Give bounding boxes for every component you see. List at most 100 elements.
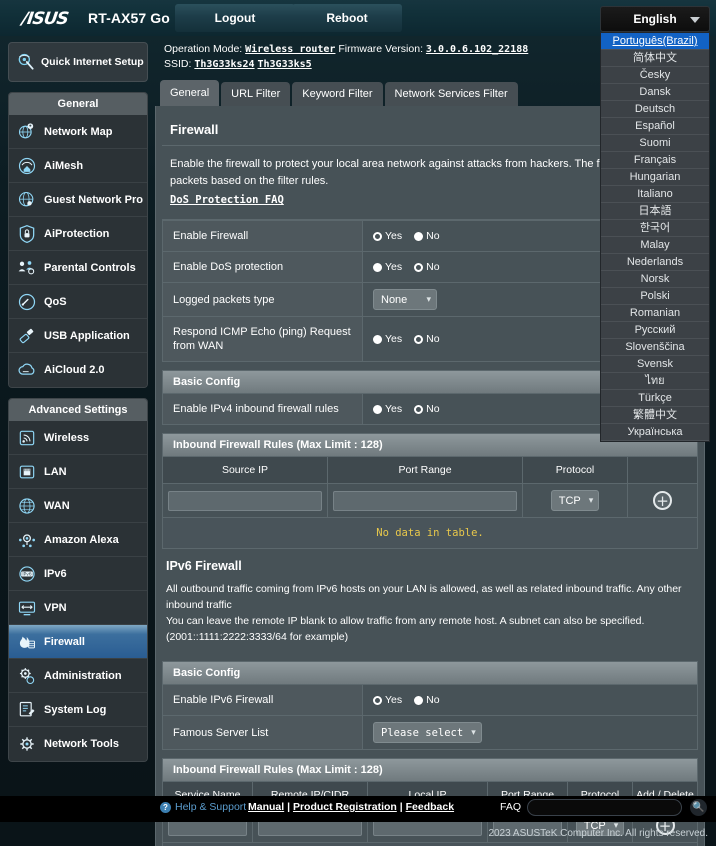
- ipv6-enable-yes-radio[interactable]: Yes: [373, 694, 402, 706]
- language-option-9[interactable]: Italiano: [601, 186, 709, 203]
- cloud-icon: [18, 363, 35, 375]
- sidebar-item-wan[interactable]: WAN: [9, 489, 147, 523]
- table-row: No data in table.: [162, 842, 698, 846]
- product-registration-link[interactable]: Product Registration: [293, 801, 397, 813]
- radio-dot-icon: [373, 231, 382, 241]
- sidebar-item-ipv6[interactable]: IPv6 IPv6: [9, 557, 147, 591]
- tab-network-services-filter[interactable]: Network Services Filter: [384, 82, 518, 106]
- ipv4-source-ip-cell: [162, 483, 328, 518]
- language-option-23[interactable]: Українська: [601, 424, 709, 441]
- language-option-3[interactable]: Dansk: [601, 84, 709, 101]
- language-option-5[interactable]: Español: [601, 118, 709, 135]
- operation-mode-value[interactable]: Wireless router: [245, 44, 335, 55]
- faq-search-box[interactable]: [527, 799, 682, 818]
- faq-search-input[interactable]: [528, 803, 681, 818]
- ipv4-protocol-select[interactable]: TCP ▾: [550, 490, 600, 511]
- sidebar-item-usb-application[interactable]: USB Application: [9, 319, 147, 353]
- sidebar-item-parental-controls[interactable]: Parental Controls: [9, 251, 147, 285]
- feedback-link[interactable]: Feedback: [406, 801, 454, 813]
- logout-button[interactable]: Logout: [175, 4, 295, 32]
- sidebar-item-wireless[interactable]: Wireless: [9, 421, 147, 455]
- sidebar-item-aiprotection[interactable]: AiProtection: [9, 217, 147, 251]
- sidebar-item-administration[interactable]: Administration: [9, 659, 147, 693]
- language-option-17[interactable]: Русский: [601, 322, 709, 339]
- language-option-22[interactable]: 繁體中文: [601, 407, 709, 424]
- language-option-2[interactable]: Česky: [601, 67, 709, 84]
- sidebar-item-guest-network-pro[interactable]: Guest Network Pro: [9, 183, 147, 217]
- language-dropdown-list[interactable]: Português(Brazil) 简体中文 Česky Dansk Deutsch Es…: [600, 32, 710, 442]
- sidebar-item-label: Network Map: [44, 125, 113, 138]
- sidebar-item-quick-internet-setup[interactable]: Quick Internet Setup: [8, 42, 148, 82]
- firewall-row-3-yes-radio[interactable]: Yes: [373, 333, 402, 345]
- ipv4-add-rule-button[interactable]: +: [653, 491, 672, 510]
- ipv4-port-range-input[interactable]: [333, 490, 517, 511]
- ipv4-inbound-yes-radio[interactable]: Yes: [373, 403, 402, 415]
- sidebar-item-lan[interactable]: LAN: [9, 455, 147, 489]
- dos-protection-faq-link[interactable]: DoS Protection FAQ: [170, 192, 284, 209]
- language-option-14[interactable]: Norsk: [601, 271, 709, 288]
- sidebar-general-items: Network Map AiMesh Guest Network Pro AiProt…: [9, 115, 147, 387]
- language-option-16[interactable]: Romanian: [601, 305, 709, 322]
- lan-port-icon: [19, 465, 35, 478]
- language-option-12[interactable]: Malay: [601, 237, 709, 254]
- radio-dot-icon: [373, 334, 382, 344]
- table-header-row: Source IP Port Range Protocol: [162, 456, 698, 484]
- radio-dot-icon: [373, 695, 382, 705]
- language-option-6[interactable]: Suomi: [601, 135, 709, 152]
- help-and-support-link[interactable]: ? Help & Support: [160, 801, 246, 813]
- famous-server-list-select[interactable]: Please select ▾: [373, 722, 482, 743]
- language-selected-label: English: [633, 12, 677, 26]
- language-option-20[interactable]: ไทย: [601, 373, 709, 390]
- sidebar-item-vpn[interactable]: VPN: [9, 591, 147, 625]
- language-option-4[interactable]: Deutsch: [601, 101, 709, 118]
- ipv6-desc-line4: (2001::1111:2222:3333/64 for example): [166, 631, 349, 643]
- ipv4-source-ip-input[interactable]: [168, 490, 322, 511]
- firewall-row-1-no-radio[interactable]: No: [414, 261, 440, 273]
- footer-bar: ? Help & Support Manual | Product Regist…: [0, 796, 716, 822]
- sidebar-item-system-log[interactable]: System Log: [9, 693, 147, 727]
- sidebar-item-label: Parental Controls: [44, 261, 136, 274]
- sidebar-item-aicloud-2-0[interactable]: AiCloud 2.0: [9, 353, 147, 387]
- firewall-desc-line2: packets based on the filter rules.: [170, 175, 329, 187]
- language-option-18[interactable]: Slovenščina: [601, 339, 709, 356]
- aimesh-icon: [18, 157, 36, 174]
- manual-link[interactable]: Manual: [248, 801, 284, 813]
- firewall-row-0-no-radio[interactable]: No: [414, 230, 440, 242]
- sidebar-item-firewall[interactable]: Firewall: [9, 625, 147, 659]
- sidebar-item-network-map[interactable]: Network Map: [9, 115, 147, 149]
- language-option-15[interactable]: Polski: [601, 288, 709, 305]
- sidebar-item-network-tools[interactable]: Network Tools: [9, 727, 147, 761]
- tab-general[interactable]: General: [160, 80, 220, 106]
- sidebar-item-qos[interactable]: QoS: [9, 285, 147, 319]
- language-option-21[interactable]: Türkçe: [601, 390, 709, 407]
- ssid-24-value[interactable]: Th3G33ks24: [194, 59, 254, 70]
- language-selector[interactable]: English: [600, 6, 710, 32]
- tab-url-filter[interactable]: URL Filter: [221, 82, 291, 106]
- table-row: TCP ▾ +: [162, 483, 698, 518]
- firewall-row-1-yes-radio[interactable]: Yes: [373, 261, 402, 273]
- firewall-row-0-yes-radio[interactable]: Yes: [373, 230, 402, 242]
- magnifier-icon[interactable]: 🔍: [690, 799, 707, 816]
- firewall-row-3-no-radio[interactable]: No: [414, 333, 440, 345]
- firmware-version-value[interactable]: 3.0.0.6.102_22188: [426, 44, 528, 55]
- sidebar-item-amazon-alexa[interactable]: Amazon Alexa: [9, 523, 147, 557]
- radio-label: Yes: [385, 261, 403, 273]
- language-option-0[interactable]: Português(Brazil): [601, 33, 709, 50]
- logged-packets-type-select[interactable]: None ▾: [373, 289, 437, 310]
- language-option-7[interactable]: Français: [601, 152, 709, 169]
- language-option-10[interactable]: 日本語: [601, 203, 709, 220]
- ipv6-enable-no-radio[interactable]: No: [414, 694, 440, 706]
- chevron-down-icon: [690, 17, 700, 23]
- language-option-8[interactable]: Hungarian: [601, 169, 709, 186]
- ssid-5-value[interactable]: Th3G33ks5: [258, 59, 312, 70]
- language-option-1[interactable]: 简体中文: [601, 50, 709, 67]
- sidebar-item-aimesh[interactable]: AiMesh: [9, 149, 147, 183]
- ipv4-inbound-no-radio[interactable]: No: [414, 403, 440, 415]
- language-option-19[interactable]: Svensk: [601, 356, 709, 373]
- language-option-11[interactable]: 한국어: [601, 220, 709, 237]
- ipv4-inbound-rules-table: Source IP Port Range Protocol TCP ▾ + No…: [162, 456, 698, 549]
- reboot-button[interactable]: Reboot: [292, 4, 402, 32]
- wireless-icon: [19, 430, 35, 445]
- tab-keyword-filter[interactable]: Keyword Filter: [292, 82, 383, 106]
- language-option-13[interactable]: Nederlands: [601, 254, 709, 271]
